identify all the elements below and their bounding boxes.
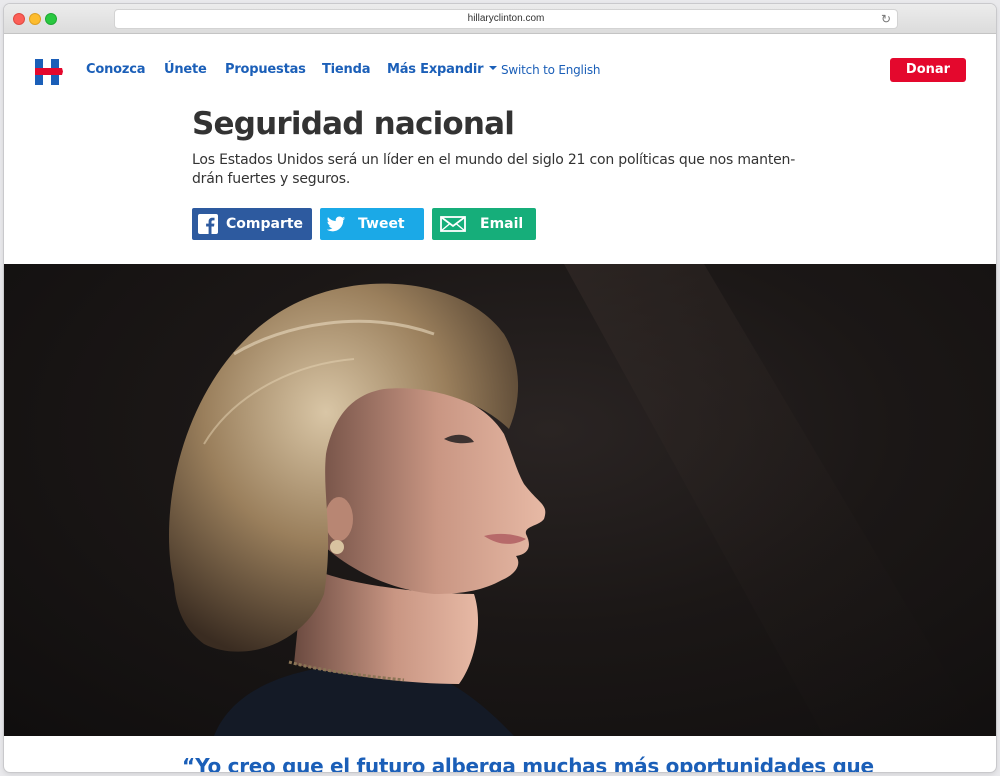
- email-icon: [440, 216, 466, 232]
- close-window-button[interactable]: [13, 13, 25, 25]
- site-header: Conozca Únete Propuestas Tienda Más Expa…: [4, 34, 996, 108]
- minimize-window-button[interactable]: [29, 13, 41, 25]
- twitter-icon: [326, 216, 346, 232]
- facebook-icon: [198, 214, 218, 234]
- switch-language-link[interactable]: Switch to English: [501, 63, 600, 77]
- address-bar[interactable]: hillaryclinton.com ↻: [114, 9, 898, 29]
- nav-mas-expandir[interactable]: Más Expandir: [387, 62, 498, 77]
- twitter-share-label: Tweet: [358, 216, 405, 232]
- donate-button[interactable]: Donar: [890, 58, 966, 82]
- chevron-down-icon: [489, 66, 498, 70]
- facebook-share-label: Comparte: [226, 216, 304, 232]
- nav-mas-expandir-label: Más Expandir: [387, 62, 484, 77]
- zoom-window-button[interactable]: [45, 13, 57, 25]
- hillary-h-logo[interactable]: [35, 59, 63, 85]
- page-subtitle: Los Estados Unidos será un líder en el m…: [192, 152, 796, 187]
- twitter-share-button[interactable]: Tweet: [320, 208, 424, 240]
- browser-toolbar: hillaryclinton.com ↻: [4, 4, 996, 34]
- address-text: hillaryclinton.com: [467, 13, 545, 24]
- portrait-illustration: [169, 264, 984, 736]
- nav-tienda[interactable]: Tienda: [322, 62, 370, 77]
- nav-unete[interactable]: Únete: [164, 62, 207, 77]
- email-share-label: Email: [480, 216, 524, 232]
- email-share-button[interactable]: Email: [432, 208, 536, 240]
- nav-conozca[interactable]: Conozca: [86, 62, 146, 77]
- browser-window: hillaryclinton.com ↻ Conozca Únete Propu…: [4, 4, 996, 772]
- facebook-share-button[interactable]: Comparte: [192, 208, 312, 240]
- reload-icon[interactable]: ↻: [881, 10, 891, 28]
- page-title: Seguridad nacional: [192, 106, 515, 142]
- nav-propuestas[interactable]: Propuestas: [225, 62, 306, 77]
- hero-photo: [4, 264, 996, 736]
- pull-quote: “Yo creo que el futuro alberga muchas má…: [182, 754, 874, 772]
